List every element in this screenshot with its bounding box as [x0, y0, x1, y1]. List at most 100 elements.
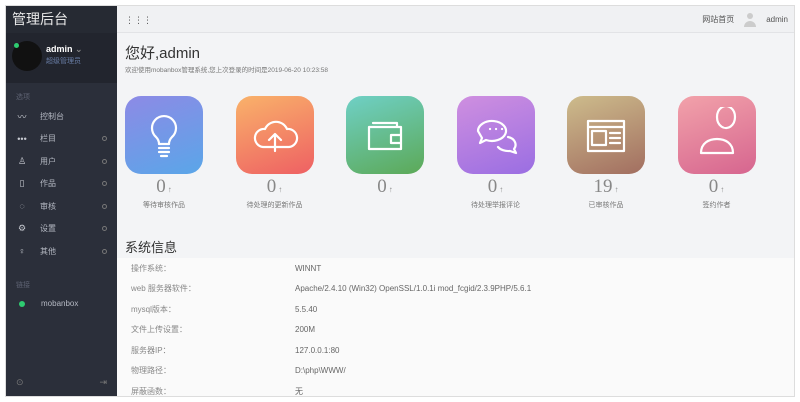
info-key: mysql版本：: [131, 304, 176, 314]
info-value: WINNT: [295, 263, 322, 273]
user-panel[interactable]: admin ⌄ 超级管理员: [6, 33, 117, 83]
arrow-up-icon: ↑: [614, 185, 619, 194]
stat-label: 等待审核作品: [143, 202, 185, 209]
user-name: admin: [46, 44, 73, 54]
chat-icon: [456, 96, 535, 174]
sidebar: 管理后台 admin ⌄ 超级管理员 选项 〰 控制台 ••• 栏目 ♙ 用户 ▯ 作品 ◌ 审核…: [6, 6, 117, 396]
book-icon: ▯: [19, 178, 25, 189]
admin-window: 管理后台 admin ⌄ 超级管理员 选项 〰 控制台 ••• 栏目 ♙ 用户 ▯ 作品 ◌ 审核…: [5, 5, 795, 397]
link-label: mobanbox: [41, 299, 79, 309]
sidebar-item-label: 用户: [40, 156, 56, 166]
info-value: 无: [295, 386, 303, 396]
stat-value: 0: [708, 176, 719, 197]
sidebar-item[interactable]: ♀ 其他: [6, 240, 117, 263]
info-icon[interactable]: ⊙: [16, 377, 24, 388]
logout-icon[interactable]: ⇥: [99, 377, 107, 388]
stat-label: 待处理的更新作品: [246, 202, 303, 209]
info-key: 屏蔽函数：: [131, 386, 171, 396]
stat-card[interactable]: 0 ↑ 等待审核作品: [109, 96, 219, 210]
sidebar-link-mobanbox[interactable]: mobanbox: [6, 293, 117, 316]
online-status-icon: [14, 43, 19, 48]
system-info-title: 系统信息: [125, 240, 178, 255]
table-row: 服务器IP： 127.0.0.1:80: [117, 340, 794, 361]
sidebar-item[interactable]: ••• 栏目: [6, 128, 117, 151]
sidebar-item-label: 审核: [40, 201, 56, 211]
stat-label: 签约作者: [702, 202, 731, 209]
stat-value: 19: [593, 176, 613, 197]
arrow-up-icon: ↑: [499, 185, 504, 194]
stat-value: 0: [487, 176, 498, 197]
gear-icon: ⚙: [17, 223, 27, 234]
stat-label: 待处理举报评论: [471, 202, 520, 209]
stat-card[interactable]: 19 ↑ 已审核作品: [551, 96, 661, 210]
arrow-up-icon: ↑: [388, 185, 393, 194]
stat-card[interactable]: 0 ↑: [330, 96, 440, 200]
table-row: mysql版本： 5.5.40: [117, 299, 794, 320]
expand-dot-icon: [102, 248, 107, 254]
chart-line-icon: 〰: [17, 111, 27, 122]
sidebar-item[interactable]: 〰 控制台: [6, 105, 117, 128]
sidebar-item[interactable]: ⚙ 设置: [6, 218, 117, 241]
sidebar-item-label: 作品: [40, 179, 56, 189]
info-key: 服务器IP：: [131, 345, 171, 355]
stat-value: 0: [266, 176, 277, 197]
table-row: 文件上传设置： 200M: [117, 320, 794, 341]
section-label: 选项: [16, 94, 30, 101]
arrow-up-icon: ↑: [720, 185, 725, 194]
home-link[interactable]: 网站首页: [702, 14, 734, 25]
arrow-up-icon: ↑: [278, 185, 283, 194]
lightbulb-icon: [125, 96, 203, 174]
arrow-up-icon: ↑: [167, 185, 172, 194]
stat-card[interactable]: 0 ↑ 待处理举报评论: [441, 96, 551, 210]
expand-dot-icon: [102, 158, 107, 164]
top-bar: ⋮⋮⋮ 网站首页 admin: [117, 6, 794, 33]
wallet-icon: [346, 96, 424, 174]
sidebar-item-label: 控制台: [40, 111, 64, 121]
info-key: web 服务器软件：: [131, 284, 196, 294]
section-label: 链接: [16, 281, 30, 289]
stat-card[interactable]: 0 ↑ 待处理的更新作品: [220, 96, 330, 210]
table-row: 操作系统： WINNT: [117, 258, 794, 279]
stat-value: 0: [377, 176, 387, 197]
table-row: 屏蔽函数： 无: [117, 381, 794, 396]
user-role: 超级管理员: [46, 58, 81, 65]
stat-card[interactable]: 0 ↑ 签约作者: [662, 96, 772, 210]
expand-dot-icon: [102, 226, 107, 232]
browser-icon: [567, 96, 645, 174]
info-key: 操作系统：: [131, 263, 171, 273]
sidebar-item-label: 其他: [40, 246, 56, 256]
main-content: 您好,admin 欢迎使用mobanbox管理系统,您上次登录的时间是2019-…: [117, 34, 794, 396]
status-dot-icon: [19, 300, 25, 307]
info-value: 200M: [295, 325, 316, 335]
user-menu[interactable]: admin ⌄: [46, 44, 83, 55]
table-row: 物理路径： D:\php\WWW/: [117, 361, 794, 382]
sidebar-item-label: 设置: [40, 224, 56, 234]
cloud-upload-icon: [235, 96, 314, 174]
info-value: Apache/2.4.10 (Win32) OpenSSL/1.0.1i mod…: [295, 284, 532, 294]
bulb-icon: ♀: [18, 246, 26, 257]
sidebar-item[interactable]: ♙ 用户: [6, 150, 117, 173]
dots-icon: •••: [17, 133, 27, 144]
top-user-name[interactable]: admin: [766, 15, 788, 24]
brand-title: 管理后台: [6, 6, 117, 33]
expand-dot-icon: [102, 203, 107, 209]
stat-value: 0: [156, 176, 166, 197]
sidebar-item-label: 栏目: [40, 134, 56, 144]
system-info-table: 操作系统： WINNT web 服务器软件： Apache/2.4.10 (Win32…: [117, 258, 794, 396]
info-value: D:\php\WWW/: [295, 366, 346, 376]
welcome-text: 欢迎使用mobanbox管理系统,您上次登录的时间是2019-06-20 10:…: [125, 67, 329, 74]
expand-dot-icon: [102, 181, 107, 187]
circle-icon: ◌: [19, 201, 25, 212]
sidebar-item[interactable]: ▯ 作品: [6, 173, 117, 196]
info-value: 127.0.0.1:80: [295, 345, 340, 355]
grid-menu-icon[interactable]: ⋮⋮⋮: [125, 15, 152, 26]
expand-dot-icon: [102, 136, 107, 142]
info-value: 5.5.40: [295, 304, 318, 314]
user-avatar-icon[interactable]: [744, 12, 757, 27]
stat-label: 已审核作品: [588, 202, 624, 209]
sidebar-item[interactable]: ◌ 审核: [6, 195, 117, 218]
info-key: 文件上传设置：: [131, 325, 187, 335]
user-icon: ♙: [17, 155, 27, 166]
caret-down-icon: ⌄: [75, 44, 83, 54]
page-title: 您好,admin: [125, 45, 201, 62]
